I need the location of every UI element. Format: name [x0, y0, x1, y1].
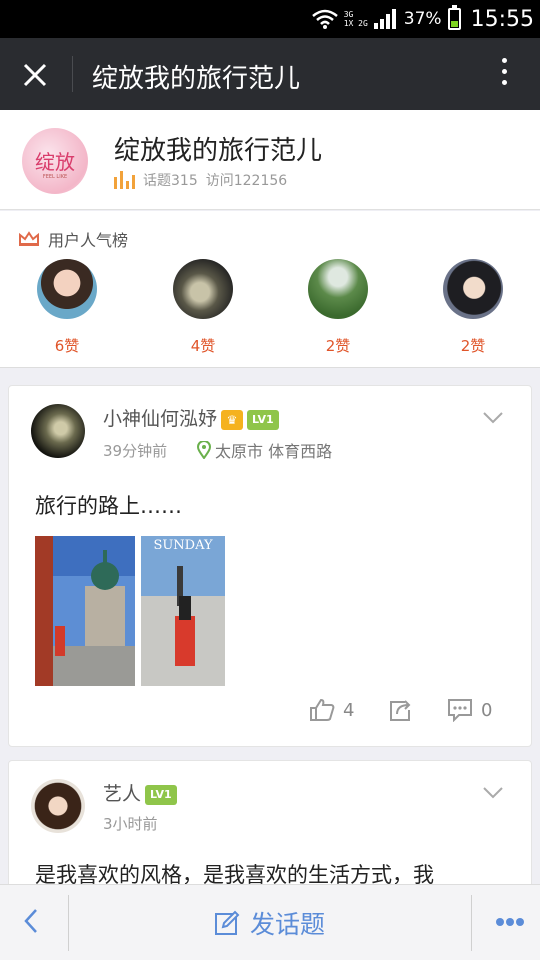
like-count: 2赞	[460, 337, 486, 355]
share-icon	[390, 700, 411, 721]
post-author: 艺人 LV1	[103, 779, 177, 806]
post-photo[interactable]	[35, 536, 135, 686]
edit-icon	[215, 910, 240, 935]
ranked-user[interactable]: 4赞	[168, 259, 238, 356]
logo-subtext: FEEL LIKE	[42, 174, 68, 180]
post-author: 小神仙何泓妤 ♛ LV1	[103, 404, 279, 431]
bottom-divider	[68, 895, 69, 951]
comment-button[interactable]: 0	[447, 698, 492, 722]
circle-title: 绽放我的旅行范儿	[114, 136, 323, 166]
chevron-down-icon[interactable]	[483, 408, 503, 428]
level-badge: LV1	[247, 409, 279, 430]
post-time: 39分钟前	[103, 442, 168, 460]
share-button[interactable]	[387, 698, 415, 722]
wifi-icon	[311, 9, 338, 29]
like-button[interactable]: 4	[309, 698, 354, 722]
vip-crown-badge: ♛	[221, 409, 244, 430]
like-count: 4赞	[190, 337, 216, 355]
comment-count: 0	[481, 699, 493, 721]
avatar	[443, 259, 503, 319]
user-popularity-ranking: 用户人气榜 6赞 4赞 2赞 2赞	[0, 211, 540, 368]
location-pin-icon	[197, 441, 211, 459]
crown-icon	[19, 231, 39, 246]
church-photo	[35, 536, 135, 686]
battery-percent: 37%	[403, 9, 442, 29]
ranking-heading: 用户人气榜	[18, 227, 128, 251]
circle-logo[interactable]: 绽放 FEEL LIKE	[22, 128, 88, 194]
ranking-title: 用户人气榜	[48, 231, 129, 250]
like-count: 2赞	[325, 337, 351, 355]
post-actions: 4 0	[9, 698, 533, 728]
ranked-user[interactable]: 2赞	[438, 259, 508, 356]
like-count: 6赞	[54, 337, 80, 355]
avatar	[173, 259, 233, 319]
network-top-label: 3G	[343, 10, 354, 19]
post-time: 3小时前	[103, 815, 158, 833]
photo-caption: SUNDAY	[153, 538, 213, 553]
avatar	[308, 259, 368, 319]
bottom-bar: 发话题	[0, 884, 540, 960]
post-location[interactable]: 太原市 体育西路	[197, 438, 332, 462]
ranked-user[interactable]: 6赞	[32, 259, 102, 356]
more-horizontal-icon[interactable]	[496, 918, 524, 926]
clock: 15:55	[470, 6, 534, 32]
page-title: 绽放我的旅行范儿	[92, 64, 301, 94]
post-photo[interactable]: SUNDAY	[141, 536, 225, 686]
new-topic-button[interactable]: 发话题	[214, 905, 325, 941]
more-vertical-icon[interactable]	[496, 58, 512, 94]
network-bottom-label: 1X 2G	[343, 19, 368, 28]
street-photo	[141, 536, 225, 686]
circle-stats: 话题315 访问122156	[114, 170, 287, 190]
avatar[interactable]	[31, 404, 85, 458]
location-text: 太原市 体育西路	[215, 442, 333, 461]
chevron-down-icon[interactable]	[483, 783, 503, 803]
rank-bars-icon	[114, 171, 135, 189]
avatar	[37, 259, 97, 319]
status-bar: 3G 1X 2G 37% 15:55	[0, 0, 540, 38]
close-icon[interactable]	[18, 58, 52, 92]
post-text: 旅行的路上……	[35, 494, 182, 518]
topic-count: 话题315	[143, 173, 198, 189]
post-card[interactable]: 艺人 LV1 3小时前 是我喜欢的风格，是我喜欢的生活方式，我	[8, 760, 532, 900]
thumbs-up-icon	[310, 698, 335, 721]
like-count: 4	[343, 699, 355, 721]
avatar[interactable]	[31, 779, 85, 833]
circle-header: 绽放 FEEL LIKE 绽放我的旅行范儿 话题315 访问122156	[0, 110, 540, 210]
level-badge: LV1	[145, 784, 177, 805]
title-bar: 绽放我的旅行范儿	[0, 38, 540, 110]
status-icons: 3G 1X 2G 37% 15:55	[311, 0, 534, 38]
signal-icon	[373, 9, 396, 29]
logo-text: 绽放	[35, 150, 75, 174]
new-topic-label: 发话题	[250, 910, 326, 939]
comment-icon	[448, 699, 472, 722]
network-indicator: 3G 1X 2G	[344, 10, 368, 28]
battery-icon	[447, 5, 461, 30]
back-arrow-icon[interactable]	[18, 907, 46, 935]
ranked-user[interactable]: 2赞	[303, 259, 373, 356]
bottom-divider	[471, 895, 472, 951]
author-name[interactable]: 小神仙何泓妤	[103, 408, 217, 430]
title-divider	[72, 56, 73, 92]
author-name[interactable]: 艺人	[103, 783, 141, 805]
visit-count: 访问122156	[205, 173, 288, 189]
post-card[interactable]: 小神仙何泓妤 ♛ LV1 39分钟前 太原市 体育西路 旅行的路上…… SUND…	[8, 385, 532, 747]
